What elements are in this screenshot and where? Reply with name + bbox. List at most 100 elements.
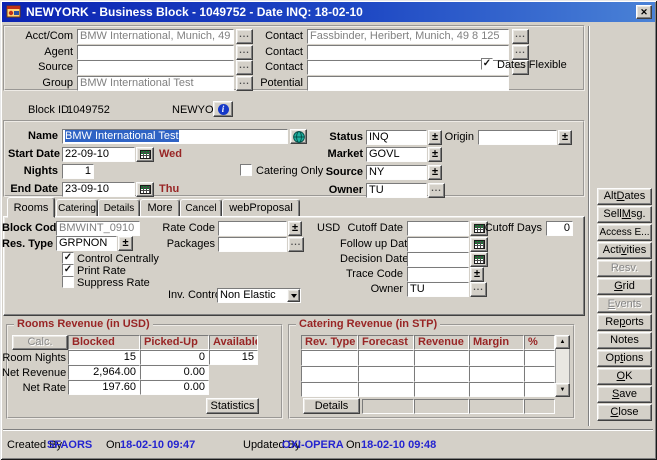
origin-field[interactable]	[478, 130, 557, 145]
catering-row1-percent	[524, 350, 555, 366]
scroll-down-icon[interactable]: ▼	[555, 383, 570, 397]
packages-lookup-button[interactable]: ...	[288, 237, 304, 252]
tab-webproposal[interactable]: webProposal	[222, 199, 300, 217]
trace-code-dropdown-icon[interactable]: ±	[470, 267, 484, 282]
room-nights-label: Room Nights	[2, 352, 66, 365]
name-label: Name	[8, 130, 58, 143]
end-date-field[interactable]: 23-09-10	[62, 182, 135, 197]
status-dropdown-icon[interactable]: ±	[428, 130, 442, 145]
suppress-rate-label: Suppress Rate	[77, 277, 150, 290]
tab-more[interactable]: More	[140, 199, 180, 217]
follow-up-date-label: Follow up Date	[340, 238, 403, 251]
end-date-day: Thu	[159, 183, 179, 196]
suppress-rate-checkbox[interactable]	[62, 276, 74, 288]
follow-up-date-calendar-icon[interactable]	[470, 237, 488, 252]
res-type-field[interactable]: GRPNON	[56, 236, 117, 251]
options-button[interactable]: Options	[597, 350, 652, 367]
grid-button[interactable]: Grid	[597, 278, 652, 295]
events-button: Events	[597, 296, 652, 313]
rate-code-dropdown-icon[interactable]: ±	[288, 221, 302, 236]
block-code-label: Block Code	[2, 222, 53, 235]
alt-dates-button[interactable]: Alt Dates	[597, 188, 652, 205]
details-button[interactable]: Details	[303, 398, 360, 414]
contact2-field[interactable]	[307, 45, 509, 60]
rooms-revenue-title: Rooms Revenue (in USD)	[14, 318, 153, 330]
rate-code-label: Rate Code	[155, 222, 215, 235]
business-block-window: NEWYORK - Business Block - 1049752 - Dat…	[0, 0, 657, 460]
ok-button[interactable]: OK	[597, 368, 652, 385]
res-type-dropdown-icon[interactable]: ±	[118, 236, 133, 251]
inv-control-arrow-icon[interactable]	[287, 289, 300, 302]
source-field[interactable]	[77, 60, 234, 75]
catering-total-revenue	[414, 399, 469, 414]
tab-cancel[interactable]: Cancel	[180, 199, 222, 217]
follow-up-date-field[interactable]	[407, 237, 469, 252]
catering-only-checkbox[interactable]	[240, 164, 252, 176]
owner2-field[interactable]: TU	[407, 282, 469, 297]
scroll-up-icon[interactable]: ▲	[555, 335, 570, 349]
net-revenue-blocked: 2,964.00	[68, 365, 140, 380]
contact3-field[interactable]	[307, 60, 509, 75]
translate-globe-button[interactable]	[290, 129, 307, 144]
title-bar[interactable]: NEWYORK - Business Block - 1049752 - Dat…	[2, 2, 655, 22]
rooms-revenue-col-picked-up: Picked-Up	[140, 335, 209, 350]
contact3-label: Contact	[240, 61, 303, 74]
tab-rooms[interactable]: Rooms	[7, 197, 55, 218]
market-field[interactable]: GOVL	[366, 147, 427, 162]
owner2-lookup-button[interactable]: ...	[470, 282, 487, 297]
cutoff-date-field[interactable]	[407, 221, 469, 236]
net-revenue-picked-up: 0.00	[140, 365, 209, 380]
reports-button[interactable]: Reports	[597, 314, 652, 331]
info-button[interactable]: i	[213, 101, 233, 117]
status-field[interactable]: INQ	[366, 130, 427, 145]
nights-label: Nights	[8, 165, 58, 178]
cutoff-days-field[interactable]: 0	[546, 221, 573, 236]
potential-field[interactable]	[307, 76, 509, 91]
room-nights-picked-up: 0	[140, 350, 209, 365]
source2-field[interactable]: NY	[366, 165, 427, 180]
owner-field[interactable]: TU	[366, 183, 427, 198]
decision-date-field[interactable]	[407, 252, 469, 267]
statistics-button[interactable]: Statistics	[206, 398, 259, 414]
rate-code-field[interactable]	[218, 221, 287, 236]
print-rate-checkbox[interactable]: ✓	[62, 264, 74, 276]
owner-lookup-button[interactable]: ...	[428, 183, 445, 198]
created-on-label: On	[106, 439, 121, 452]
access-excl-button[interactable]: Access E...	[597, 224, 652, 241]
start-date-day: Wed	[159, 148, 182, 161]
contact1-lookup-button[interactable]: ...	[512, 29, 529, 44]
res-type-label: Res. Type	[2, 238, 53, 251]
info-icon: i	[218, 104, 229, 115]
tab-catering[interactable]: Catering	[56, 199, 98, 217]
save-button[interactable]: Save	[597, 386, 652, 403]
market-dropdown-icon[interactable]: ±	[428, 147, 442, 162]
trace-code-field[interactable]	[407, 267, 469, 282]
end-date-calendar-icon[interactable]	[136, 182, 154, 197]
contact2-lookup-button[interactable]: ...	[512, 45, 529, 60]
calc-button: Calc.	[12, 335, 68, 350]
catering-row3-percent	[524, 382, 555, 397]
source-dropdown-icon[interactable]: ±	[428, 165, 442, 180]
decision-date-calendar-icon[interactable]	[470, 252, 488, 267]
agent-field[interactable]	[77, 45, 234, 60]
catering-row1-revenue	[414, 350, 469, 366]
sell-msg-button[interactable]: Sell Msg.	[597, 206, 652, 223]
start-date-calendar-icon[interactable]	[136, 147, 154, 162]
start-date-field[interactable]: 22-09-10	[62, 147, 135, 162]
packages-label: Packages	[155, 238, 215, 251]
name-field[interactable]: BMW International Test	[62, 129, 288, 144]
origin-dropdown-icon[interactable]: ±	[558, 130, 572, 145]
nights-field[interactable]: 1	[62, 164, 94, 179]
tab-details[interactable]: Details	[98, 199, 140, 217]
catering-scrollbar[interactable]	[555, 349, 570, 383]
updated-on-label: On	[346, 439, 361, 452]
control-centrally-checkbox[interactable]: ✓	[62, 252, 74, 264]
close-button[interactable]: Close	[597, 404, 652, 421]
close-icon[interactable]: ✕	[636, 5, 652, 19]
catering-only-label: Catering Only	[256, 165, 323, 178]
dates-flexible-checkbox[interactable]: ✓	[481, 58, 493, 70]
packages-field[interactable]	[218, 237, 287, 252]
source-label: Source	[2, 61, 73, 74]
activities-button[interactable]: Activities	[597, 242, 652, 259]
notes-button[interactable]: Notes	[597, 332, 652, 349]
